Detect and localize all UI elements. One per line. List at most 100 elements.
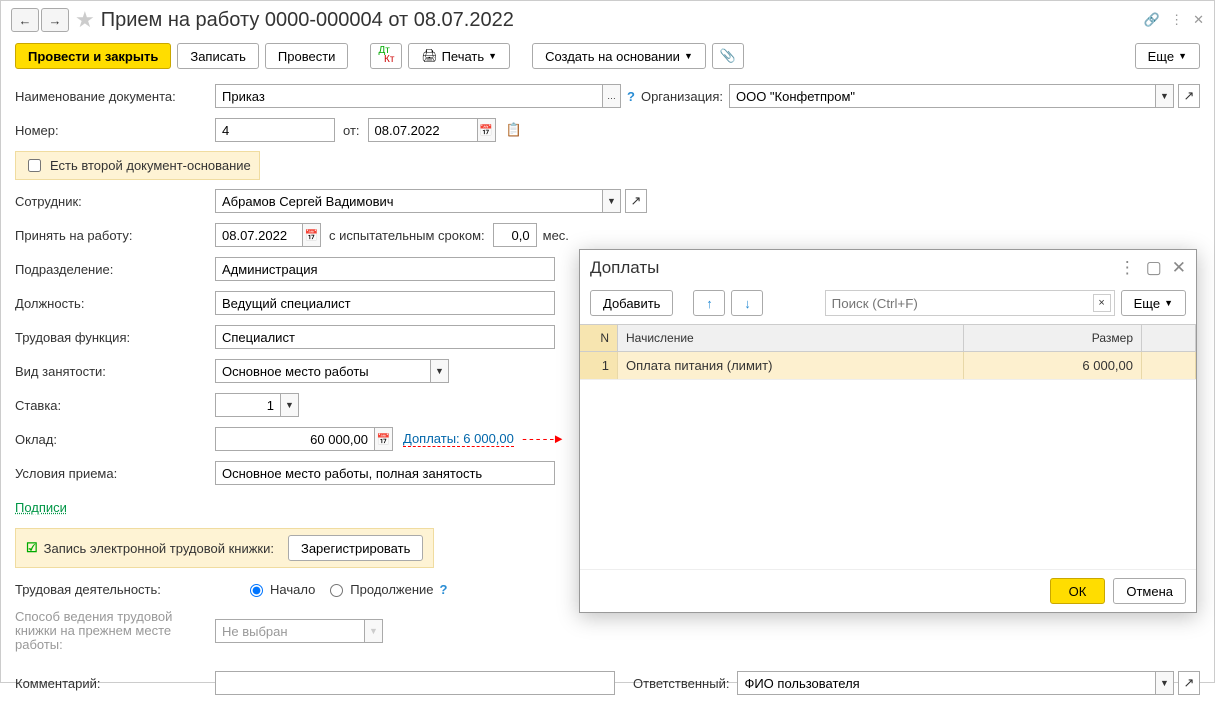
rate-input[interactable] [215, 393, 281, 417]
popup-close-icon[interactable]: ✕ [1172, 258, 1186, 278]
label-hire-date: Принять на работу: [15, 228, 215, 243]
col-header-size[interactable]: Размер [964, 325, 1142, 351]
date-input[interactable] [368, 118, 478, 142]
date-calendar-button[interactable] [478, 118, 496, 142]
col-header-n[interactable]: N [580, 325, 618, 351]
nav-back-button[interactable]: ← [11, 8, 39, 32]
label-employment-type: Вид занятости: [15, 364, 215, 379]
more-button[interactable]: Еще ▼ [1135, 43, 1200, 69]
surcharges-popup: Доплаты ⋮ ▢ ✕ Добавить ↑ ↓ × Еще ▼ N [579, 249, 1197, 613]
arrow-up-icon: ↑ [706, 296, 713, 311]
popup-grid: N Начисление Размер 1 Оплата питания (ли… [580, 324, 1196, 569]
close-icon[interactable]: ✕ [1193, 12, 1204, 28]
create-based-button[interactable]: Создать на основании ▼ [532, 43, 706, 69]
hire-date-calendar-button[interactable] [303, 223, 321, 247]
titlebar: ← → ★ Прием на работу 0000-000004 от 08.… [1, 1, 1214, 39]
popup-cancel-button[interactable]: Отмена [1113, 578, 1186, 604]
dtkt-button[interactable]: Дт Кт [370, 43, 402, 69]
responsible-dropdown[interactable]: ▼ [1156, 671, 1174, 695]
popup-ok-button[interactable]: ОК [1050, 578, 1106, 604]
label-doc-name: Наименование документа: [15, 89, 215, 104]
popup-more-button[interactable]: Еще ▼ [1121, 290, 1186, 316]
popup-search-input[interactable] [825, 290, 1115, 316]
probation-input[interactable] [493, 223, 537, 247]
popup-move-down-button[interactable]: ↓ [731, 290, 763, 316]
conditions-input[interactable] [215, 461, 555, 485]
signatures-link[interactable]: Подписи [15, 500, 67, 515]
label-salary: Оклад: [15, 432, 215, 447]
department-input[interactable] [215, 257, 555, 281]
printer-icon: 🖨 [421, 48, 438, 64]
surcharges-link[interactable]: Доплаты: 6 000,00 [403, 431, 514, 447]
help-icon[interactable]: ? [440, 582, 448, 597]
prev-method-input [215, 619, 365, 643]
radio-start[interactable] [250, 584, 263, 597]
help-icon[interactable]: ? [627, 89, 635, 104]
label-months: мес. [543, 228, 569, 243]
hire-date-input[interactable] [215, 223, 303, 247]
popup-move-up-button[interactable]: ↑ [693, 290, 725, 316]
post-button[interactable]: Провести [265, 43, 349, 69]
cell-size: 6 000,00 [964, 352, 1142, 379]
org-input[interactable] [729, 84, 1156, 108]
grid-row[interactable]: 1 Оплата питания (лимит) 6 000,00 [580, 352, 1196, 380]
position-input[interactable] [215, 291, 555, 315]
post-close-button[interactable]: Провести и закрыть [15, 43, 171, 69]
cell-name: Оплата питания (лимит) [618, 352, 964, 379]
popup-search-clear[interactable]: × [1093, 294, 1111, 312]
print-label: Печать [442, 49, 485, 64]
favorite-star-icon[interactable]: ★ [75, 7, 95, 33]
org-open-button[interactable]: ↗ [1178, 84, 1200, 108]
employment-type-dropdown[interactable]: ▼ [431, 359, 449, 383]
rate-dropdown[interactable]: ▼ [281, 393, 299, 417]
popup-kebab-icon[interactable]: ⋮ [1119, 258, 1136, 278]
nav-forward-button[interactable]: → [41, 8, 69, 32]
label-continuation: Продолжение [350, 582, 433, 597]
number-input[interactable] [215, 118, 335, 142]
kebab-icon[interactable]: ⋮ [1170, 12, 1183, 28]
label-ework: Запись электронной трудовой книжки: [44, 541, 274, 556]
date-action-icon[interactable]: 📋 [506, 122, 522, 138]
label-start: Начало [270, 582, 315, 597]
popup-titlebar: Доплаты ⋮ ▢ ✕ [580, 250, 1196, 286]
second-doc-checkbox-wrap: Есть второй документ-основание [15, 151, 260, 180]
doc-name-input[interactable] [215, 84, 603, 108]
grid-header: N Начисление Размер [580, 325, 1196, 352]
org-dropdown[interactable]: ▼ [1156, 84, 1174, 108]
arrow-down-icon: ↓ [744, 296, 751, 311]
employment-type-input[interactable] [215, 359, 431, 383]
paperclip-icon: 📎 [720, 48, 736, 64]
employee-open-button[interactable]: ↗ [625, 189, 647, 213]
prev-method-dropdown: ▼ [365, 619, 383, 643]
main-window: ← → ★ Прием на работу 0000-000004 от 08.… [0, 0, 1215, 683]
second-doc-checkbox[interactable] [28, 159, 41, 172]
print-button[interactable]: 🖨 Печать ▼ [408, 43, 510, 69]
save-button[interactable]: Записать [177, 43, 259, 69]
label-from: от: [343, 123, 360, 138]
comment-input[interactable] [215, 671, 615, 695]
salary-input[interactable] [215, 427, 375, 451]
popup-add-button[interactable]: Добавить [590, 290, 673, 316]
label-responsible: Ответственный: [633, 676, 729, 691]
label-conditions: Условия приема: [15, 466, 215, 481]
window-title: Прием на работу 0000-000004 от 08.07.202… [101, 9, 514, 32]
doc-name-ellipsis[interactable]: … [603, 84, 621, 108]
chevron-down-icon: ▼ [684, 51, 693, 61]
job-function-input[interactable] [215, 325, 555, 349]
popup-maximize-icon[interactable]: ▢ [1146, 258, 1162, 278]
responsible-open-button[interactable]: ↗ [1178, 671, 1200, 695]
col-header-name[interactable]: Начисление [618, 325, 964, 351]
link-icon[interactable]: 🔗 [1144, 12, 1160, 28]
salary-calc-button[interactable] [375, 427, 393, 451]
register-button[interactable]: Зарегистрировать [288, 535, 423, 561]
attach-button[interactable]: 📎 [712, 43, 744, 69]
label-rate: Ставка: [15, 398, 215, 413]
popup-toolbar: Добавить ↑ ↓ × Еще ▼ [580, 286, 1196, 320]
employee-dropdown[interactable]: ▼ [603, 189, 621, 213]
responsible-input[interactable] [737, 671, 1156, 695]
popup-footer: ОК Отмена [580, 569, 1196, 612]
label-org: Организация: [641, 89, 723, 104]
main-toolbar: Провести и закрыть Записать Провести Дт … [1, 39, 1214, 79]
employee-input[interactable] [215, 189, 603, 213]
radio-continuation[interactable] [330, 584, 343, 597]
